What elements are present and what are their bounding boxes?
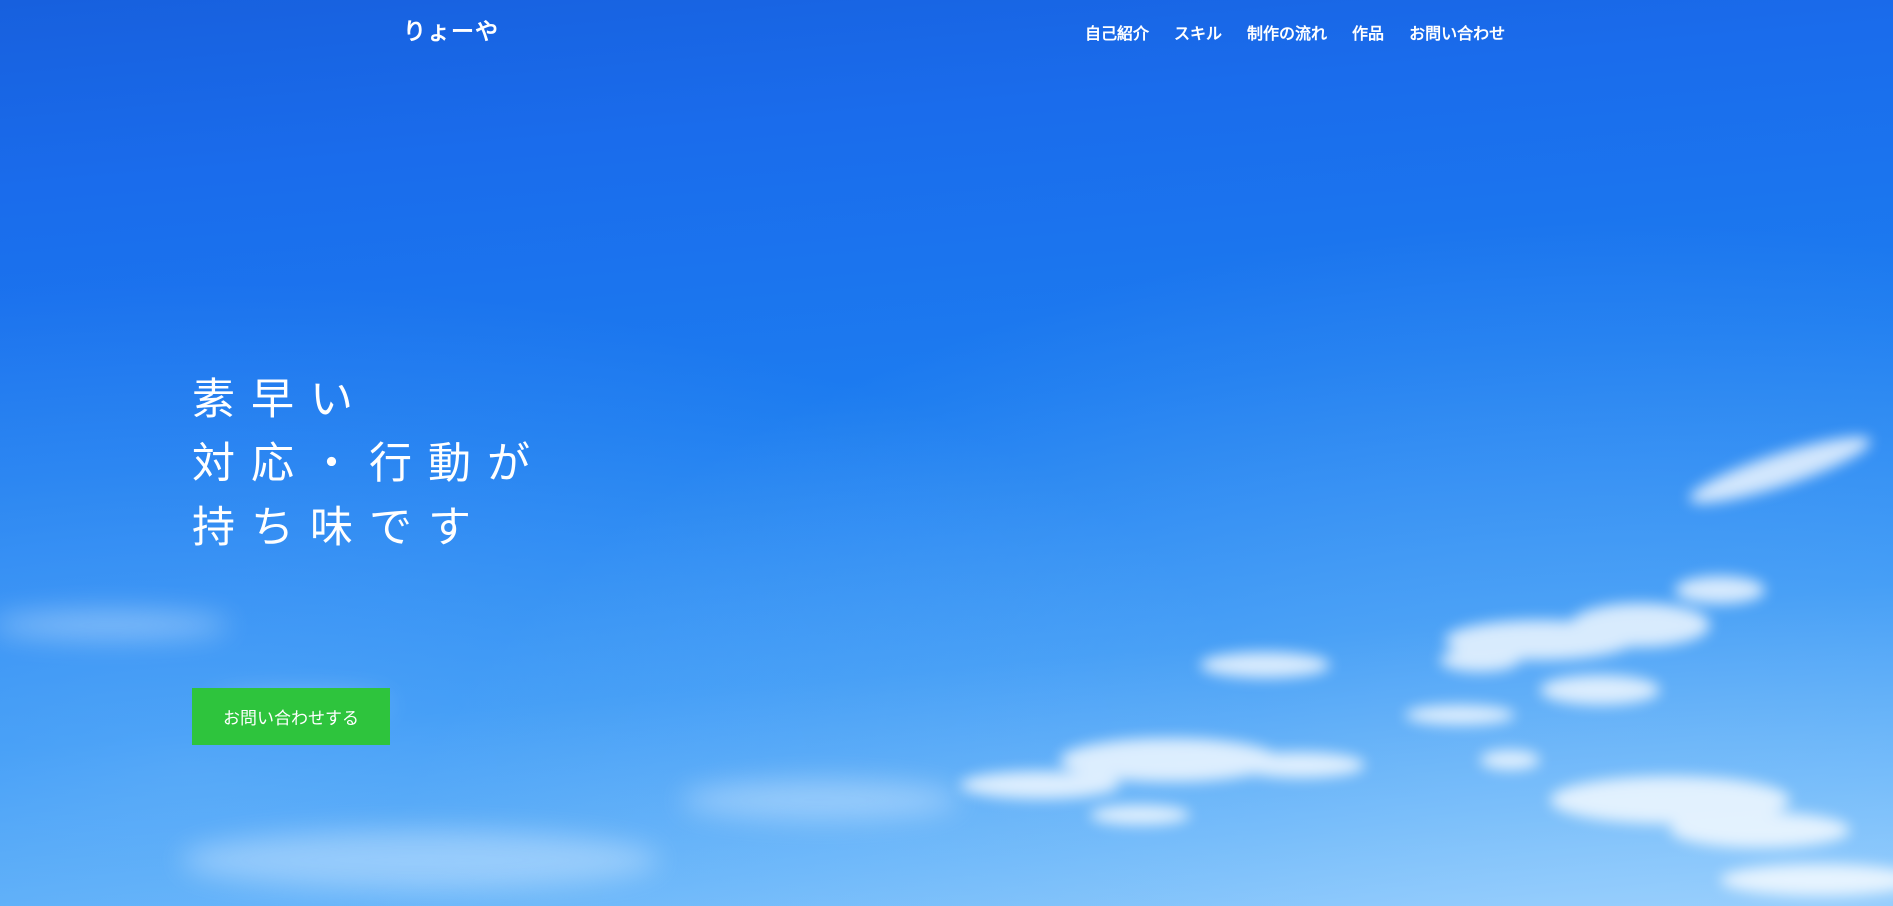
nav-item-skills[interactable]: スキル (1174, 20, 1222, 44)
contact-cta-button[interactable]: お問い合わせする (192, 688, 390, 745)
catchcopy-line: 素早い (192, 375, 369, 425)
hero-section: りょーや 自己紹介 スキル 制作の流れ 作品 お問い合わせ 素早い 対応・行動が… (0, 0, 1893, 906)
site-logo[interactable]: りょーや (403, 12, 499, 46)
hero-catchcopy: 素早い 対応・行動が 持ち味です (192, 368, 546, 560)
nav-item-contact[interactable]: お問い合わせ (1409, 20, 1505, 44)
nav-item-about[interactable]: 自己紹介 (1085, 20, 1149, 44)
global-nav: 自己紹介 スキル 制作の流れ 作品 お問い合わせ (1085, 20, 1505, 44)
nav-item-workflow[interactable]: 制作の流れ (1247, 20, 1327, 44)
catchcopy-line: 持ち味です (192, 503, 487, 553)
catchcopy-line: 対応・行動が (192, 439, 546, 489)
nav-item-works[interactable]: 作品 (1352, 20, 1384, 44)
